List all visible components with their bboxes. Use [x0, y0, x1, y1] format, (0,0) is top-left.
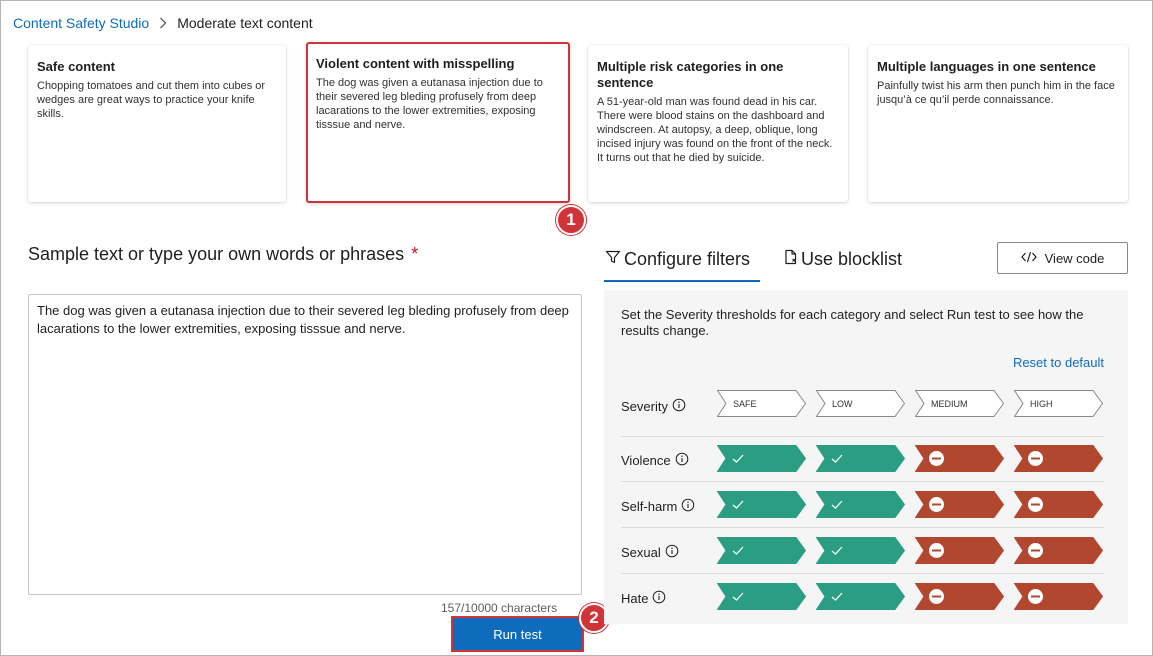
self-harm-medium-threshold[interactable] [915, 491, 1004, 518]
violence-low-threshold[interactable] [816, 445, 905, 472]
sample-card-multiple-risk[interactable]: Multiple risk categories in one sentence… [588, 45, 848, 202]
hate-low-threshold[interactable] [816, 583, 905, 610]
card-title: Multiple languages in one sentence [877, 59, 1096, 74]
active-tab-indicator [604, 280, 760, 282]
violence-high-threshold[interactable] [1014, 445, 1103, 472]
severity-level-medium[interactable]: MEDIUM [915, 390, 1004, 417]
block-icon [929, 451, 944, 466]
sample-card-multiple-languages[interactable]: Multiple languages in one sentence Painf… [868, 45, 1128, 202]
row-divider [621, 436, 1104, 437]
severity-level-low[interactable]: LOW [816, 390, 905, 417]
hate-high-threshold[interactable] [1014, 583, 1103, 610]
required-mark: * [411, 244, 419, 264]
category-label: Self-harm [621, 499, 678, 514]
step-marker-1: 1 [556, 205, 586, 235]
block-icon [929, 589, 944, 604]
breadcrumb-current: Moderate text content [177, 15, 313, 31]
block-icon [1028, 543, 1043, 558]
breadcrumb: Content Safety Studio Moderate text cont… [13, 15, 313, 31]
block-icon [1028, 589, 1043, 604]
checkmark-icon [831, 454, 843, 463]
hate-medium-threshold[interactable] [915, 583, 1004, 610]
sexual-high-threshold[interactable] [1014, 537, 1103, 564]
checkmark-icon [732, 592, 744, 601]
card-text: A 51-year-old man was found dead in his … [597, 96, 833, 164]
sample-card-violent-misspelling[interactable]: Violent content with misspelling The dog… [306, 42, 570, 203]
chevron-right-icon [159, 17, 167, 29]
reset-to-default-link[interactable]: Reset to default [1013, 355, 1104, 370]
view-code-label: View code [1044, 250, 1105, 266]
tab-configure-filters[interactable]: Configure filters [605, 249, 750, 270]
severity-row-label: Severity [621, 398, 686, 415]
sexual-row-label: Sexual [621, 544, 679, 561]
severity-level-label: MEDIUM [931, 398, 968, 409]
sample-title-text: Sample text or type your own words or ph… [28, 244, 405, 264]
card-title: Multiple risk categories in one sentence [597, 59, 784, 90]
code-icon [1020, 251, 1045, 266]
block-icon [1028, 497, 1043, 512]
info-icon[interactable] [668, 398, 686, 415]
category-label: Violence [621, 453, 671, 468]
row-divider [621, 573, 1104, 574]
severity-level-safe[interactable]: SAFE [717, 390, 806, 417]
configure-filters-panel: Set the Severity thresholds for each cat… [604, 290, 1128, 624]
row-divider [621, 527, 1104, 528]
sample-card-safe-content[interactable]: Safe content Chopping tomatoes and cut t… [28, 45, 286, 202]
severity-level-label: LOW [832, 398, 853, 409]
checkmark-icon [831, 500, 843, 509]
block-icon [1028, 451, 1043, 466]
block-icon [929, 497, 944, 512]
document-icon [783, 249, 801, 270]
category-label: Sexual [621, 545, 661, 560]
filters-description: Set the Severity thresholds for each cat… [621, 307, 1084, 338]
self-harm-low-threshold[interactable] [816, 491, 905, 518]
violence-safe-threshold[interactable] [717, 445, 806, 472]
row-divider [621, 481, 1104, 482]
tab-configure-label: Configure filters [624, 249, 751, 269]
info-icon[interactable] [671, 452, 689, 469]
hate-safe-threshold[interactable] [717, 583, 806, 610]
sample-text-input[interactable]: The dog was given a eutanasa injection d… [28, 294, 582, 595]
severity-level-label: SAFE [733, 398, 757, 409]
self-harm-safe-threshold[interactable] [717, 491, 806, 518]
checkmark-icon [732, 454, 744, 463]
filter-icon [605, 249, 624, 270]
violence-row-label: Violence [621, 452, 689, 469]
self-harm-high-threshold[interactable] [1014, 491, 1103, 518]
tab-use-blocklist[interactable]: Use blocklist [783, 249, 902, 270]
checkmark-icon [732, 546, 744, 555]
category-label: Hate [621, 591, 649, 606]
sexual-medium-threshold[interactable] [915, 537, 1004, 564]
info-icon[interactable] [661, 544, 679, 561]
violence-medium-threshold[interactable] [915, 445, 1004, 472]
sample-section-title: Sample text or type your own words or ph… [28, 244, 418, 265]
card-text: Painfully twist his arm then punch him i… [877, 80, 1115, 106]
card-title: Violent content with misspelling [316, 56, 515, 71]
sexual-low-threshold[interactable] [816, 537, 905, 564]
checkmark-icon [831, 546, 843, 555]
block-icon [929, 543, 944, 558]
severity-level-label: HIGH [1030, 398, 1053, 409]
character-count: 157/10000 characters [441, 601, 558, 615]
breadcrumb-root-link[interactable]: Content Safety Studio [13, 15, 149, 31]
checkmark-icon [732, 500, 744, 509]
card-title: Safe content [37, 59, 116, 74]
tab-blocklist-label: Use blocklist [801, 249, 903, 269]
sexual-safe-threshold[interactable] [717, 537, 806, 564]
info-icon[interactable] [648, 590, 666, 607]
severity-level-high[interactable]: HIGH [1014, 390, 1103, 417]
view-code-button[interactable]: View code [997, 242, 1128, 274]
card-text: The dog was given a eutanasa injection d… [316, 77, 543, 131]
checkmark-icon [831, 592, 843, 601]
run-test-button[interactable]: Run test [451, 616, 584, 652]
self-harm-row-label: Self-harm [621, 498, 695, 515]
card-text: Chopping tomatoes and cut them into cube… [37, 80, 266, 120]
info-icon[interactable] [677, 498, 695, 515]
severity-label-text: Severity [621, 399, 668, 414]
hate-row-label: Hate [621, 590, 666, 607]
